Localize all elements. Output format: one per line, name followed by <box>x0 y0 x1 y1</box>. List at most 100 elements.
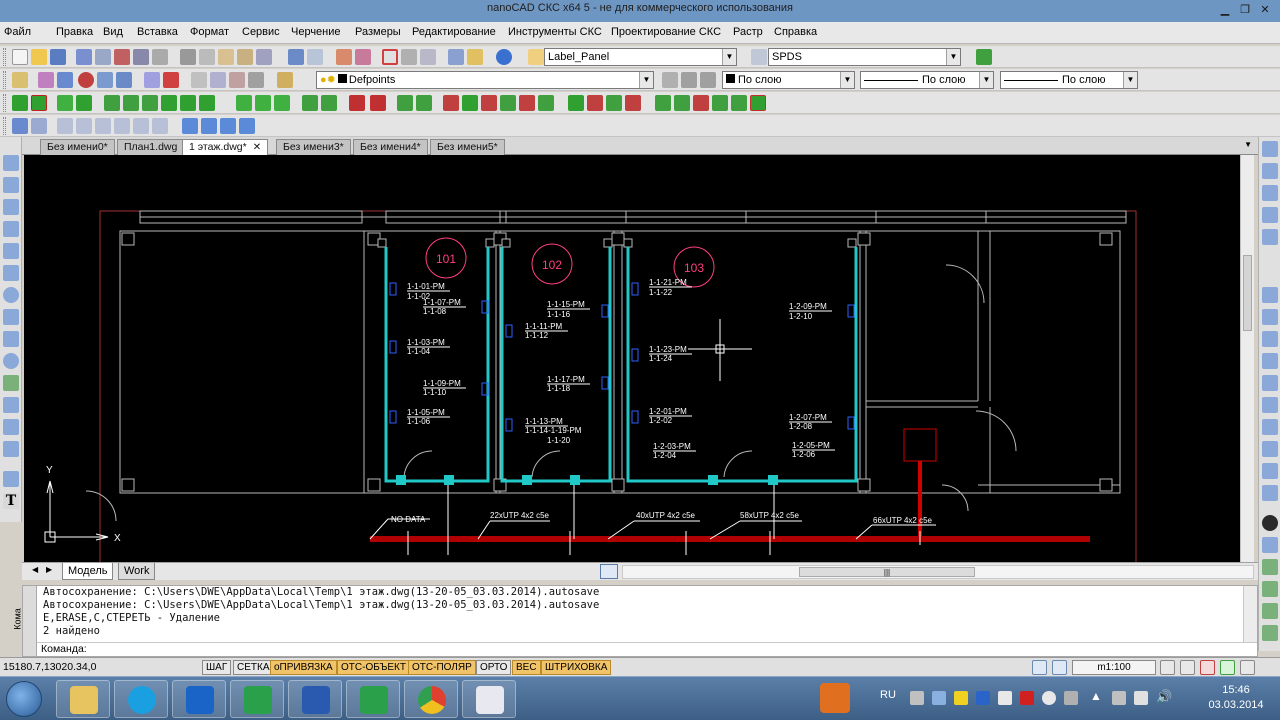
polyline-icon[interactable] <box>3 199 19 215</box>
rotate-view-icon[interactable] <box>31 118 47 134</box>
leader-icon[interactable] <box>144 72 160 88</box>
paste-icon[interactable] <box>218 49 234 65</box>
print-icon[interactable] <box>76 49 92 65</box>
close-icon[interactable]: ✕ <box>253 142 261 153</box>
scs-export-icon[interactable] <box>750 95 766 111</box>
network-icon[interactable] <box>1112 691 1126 705</box>
text-style-icon[interactable] <box>528 49 544 65</box>
join-icon[interactable] <box>1262 441 1278 457</box>
tray-icon[interactable] <box>1020 691 1034 705</box>
mark-icon[interactable] <box>163 72 179 88</box>
view-back-icon[interactable] <box>152 118 168 134</box>
scs-riser2-icon[interactable] <box>538 95 554 111</box>
tab-list-icon[interactable]: ▼ <box>1244 140 1252 149</box>
insert-point-icon[interactable] <box>116 72 132 88</box>
scs-tray-icon[interactable] <box>443 95 459 111</box>
break-icon[interactable] <box>1262 419 1278 435</box>
align-icon[interactable] <box>97 72 113 88</box>
point-icon[interactable] <box>3 419 19 435</box>
make-current-icon[interactable] <box>662 72 678 88</box>
open-icon[interactable] <box>31 49 47 65</box>
chevron-down-icon[interactable]: ▼ <box>1123 72 1137 88</box>
spline-icon[interactable] <box>3 331 19 347</box>
iso-se-icon[interactable] <box>201 118 217 134</box>
scs-db-edit-icon[interactable] <box>76 95 92 111</box>
scs-switch-icon[interactable] <box>255 95 271 111</box>
doc-tab[interactable]: План1.dwg <box>117 139 185 155</box>
arc-icon[interactable] <box>3 265 19 281</box>
line-icon[interactable] <box>3 155 19 171</box>
color-select[interactable]: По слою ▼ <box>722 71 855 89</box>
menu-file[interactable]: Файл <box>4 26 31 38</box>
horizontal-scrollbar[interactable]: ||| <box>622 565 1254 579</box>
annotation-scale[interactable]: m1:100 <box>1072 660 1156 675</box>
menu-dimensions[interactable]: Размеры <box>355 26 401 38</box>
iso-sw-icon[interactable] <box>182 118 198 134</box>
taskbar-explorer[interactable] <box>56 680 110 718</box>
tray-icon[interactable] <box>1064 691 1078 705</box>
volume-icon[interactable]: 🔊 <box>1156 689 1172 705</box>
export-icon[interactable] <box>152 49 168 65</box>
paste-special-icon[interactable] <box>237 49 253 65</box>
taskbar-paint[interactable] <box>462 680 516 718</box>
stretch-icon[interactable] <box>1262 353 1278 369</box>
scs-grid-icon[interactable] <box>274 95 290 111</box>
table-icon[interactable] <box>3 471 19 487</box>
menu-edit[interactable]: Правка <box>56 26 93 38</box>
doc-tab[interactable]: Без имени0* <box>40 139 115 155</box>
new-icon[interactable] <box>12 49 28 65</box>
pedit-icon[interactable] <box>1262 559 1278 575</box>
toolbar-grip[interactable] <box>3 117 6 135</box>
attedit-icon[interactable] <box>1262 603 1278 619</box>
scs-cabinet-icon[interactable] <box>31 95 47 111</box>
menu-raster[interactable]: Растр <box>733 26 763 38</box>
menu-insert[interactable]: Вставка <box>137 26 178 38</box>
offset-icon[interactable] <box>1262 207 1278 223</box>
xline-icon[interactable] <box>3 177 19 193</box>
doc-tab[interactable]: Без имени5* <box>430 139 505 155</box>
scs-check-icon[interactable] <box>693 95 709 111</box>
scs-label-icon[interactable] <box>568 95 584 111</box>
show-hidden-icon[interactable]: ▲ <box>1090 689 1102 703</box>
scs-cable-icon[interactable] <box>302 95 318 111</box>
scs-box-icon[interactable] <box>161 95 177 111</box>
taskbar-nanocad2[interactable] <box>346 680 400 718</box>
scs-settings-icon[interactable] <box>731 95 747 111</box>
layout-toggle-icon[interactable] <box>600 564 618 579</box>
start-button[interactable] <box>6 681 42 717</box>
redo-icon[interactable] <box>307 49 323 65</box>
minimize-button[interactable]: ▁ <box>1216 3 1234 17</box>
menu-service[interactable]: Сервис <box>242 26 280 38</box>
group-icon[interactable] <box>1262 625 1278 641</box>
tab-prev-icon[interactable]: ◀ <box>32 565 38 574</box>
scs-panel-icon[interactable] <box>180 95 196 111</box>
revcloud-icon[interactable] <box>3 309 19 325</box>
maximize-button[interactable]: ❐ <box>1236 3 1254 17</box>
taskbar-skype[interactable] <box>114 680 168 718</box>
viewport-icon[interactable] <box>1052 660 1067 675</box>
menu-view[interactable]: Вид <box>103 26 123 38</box>
scs-renumber-icon[interactable] <box>674 95 690 111</box>
pan-icon[interactable] <box>336 49 352 65</box>
scs-patch-icon[interactable] <box>142 95 158 111</box>
snap-toggle[interactable]: ШАГ <box>202 660 232 675</box>
close-button[interactable]: ✕ <box>1256 3 1274 17</box>
mirror-icon[interactable] <box>1262 185 1278 201</box>
layer-states-icon[interactable] <box>700 72 716 88</box>
tab-next-icon[interactable]: ▶ <box>46 565 52 574</box>
tab-model[interactable]: Модель <box>62 563 114 580</box>
scs-route-icon[interactable] <box>481 95 497 111</box>
chevron-down-icon[interactable]: ▼ <box>946 49 960 65</box>
scs-riser-icon[interactable] <box>519 95 535 111</box>
flag-icon[interactable] <box>1134 691 1148 705</box>
tray-icon[interactable] <box>954 691 968 705</box>
regen-icon[interactable] <box>1220 660 1235 675</box>
tray-icon[interactable] <box>910 691 924 705</box>
layer-freeze-icon[interactable] <box>248 72 264 88</box>
linetype-select[interactable]: По слою ▼ <box>860 71 994 89</box>
copy-object-icon[interactable] <box>1262 163 1278 179</box>
text-style-select[interactable]: Label_Panel ▼ <box>544 48 737 66</box>
rectangle-icon[interactable] <box>3 243 19 259</box>
view-left-icon[interactable] <box>95 118 111 134</box>
toolbar-grip[interactable] <box>3 48 6 66</box>
